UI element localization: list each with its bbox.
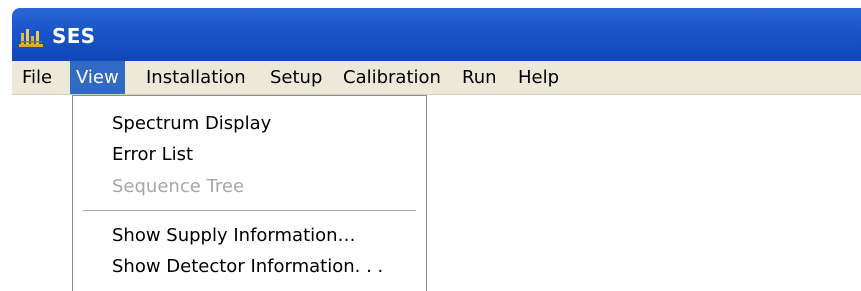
menu-item-show-supply-information[interactable]: Show Supply Information… bbox=[112, 225, 356, 246]
app-window: SES File View Installation Setup Calibra… bbox=[0, 0, 861, 291]
menu-item-error-list[interactable]: Error List bbox=[112, 144, 193, 165]
menu-item-sequence-tree: Sequence Tree bbox=[112, 176, 245, 197]
menu-view[interactable]: View bbox=[70, 61, 125, 94]
ses-app-icon bbox=[19, 29, 43, 47]
menu-item-spectrum-display[interactable]: Spectrum Display bbox=[112, 113, 271, 134]
menu-calibration[interactable]: Calibration bbox=[343, 61, 441, 94]
menu-item-show-detector-information[interactable]: Show Detector Information. . . bbox=[112, 256, 383, 277]
menu-run[interactable]: Run bbox=[462, 61, 497, 94]
menu-installation[interactable]: Installation bbox=[146, 61, 246, 94]
menu-setup[interactable]: Setup bbox=[270, 61, 322, 94]
view-dropdown-menu: Spectrum Display Error List Sequence Tre… bbox=[72, 95, 427, 291]
menu-bar: File View Installation Setup Calibration… bbox=[12, 61, 861, 95]
menu-help[interactable]: Help bbox=[518, 61, 559, 94]
title-bar[interactable] bbox=[12, 8, 861, 61]
window-title: SES bbox=[52, 24, 96, 48]
menu-file[interactable]: File bbox=[18, 61, 56, 94]
menu-separator bbox=[83, 210, 416, 212]
